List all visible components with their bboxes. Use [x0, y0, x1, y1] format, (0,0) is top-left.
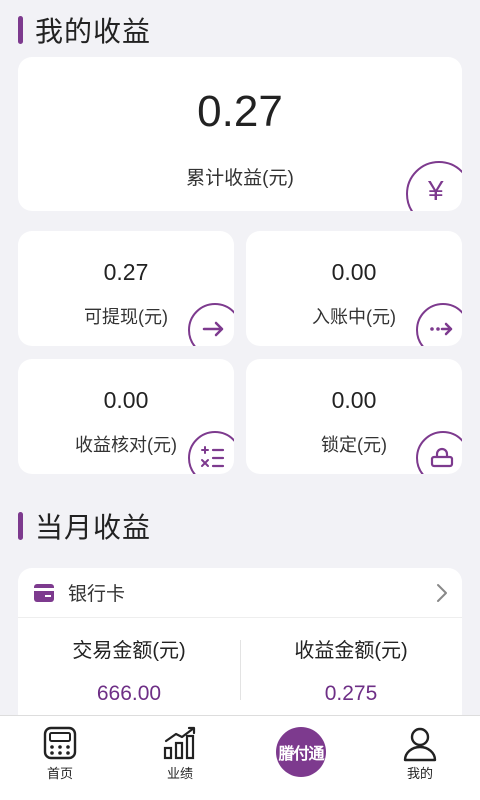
- pending-value: 0.00: [331, 259, 377, 285]
- earnings-check-card[interactable]: 0.00 收益核对(元): [18, 359, 234, 474]
- earnings-section-header: 我的收益: [18, 10, 151, 50]
- dotted-arrow-icon: [416, 303, 462, 346]
- calculator-home-icon: [43, 726, 77, 760]
- total-earnings-card[interactable]: 0.27 累计收益(元) ¥: [18, 57, 462, 211]
- tab-pay[interactable]: 膡付通: [240, 716, 360, 800]
- calculator-icon: [188, 431, 234, 474]
- bank-card-row[interactable]: 银行卡: [18, 568, 462, 618]
- earnings-amount-value: 0.275: [324, 682, 378, 705]
- bar-chart-icon: [163, 726, 196, 760]
- pending-card[interactable]: 0.00 入账中(元): [246, 231, 462, 346]
- tab-mine-label: 我的: [406, 766, 433, 781]
- bank-card-panel: 银行卡 交易金额(元) 666.00 收益金额(元) 0.275: [18, 568, 462, 728]
- chevron-right-icon[interactable]: [436, 583, 448, 603]
- locked-card[interactable]: 0.00 锁定(元): [246, 359, 462, 474]
- monthly-section-header: 当月收益: [18, 506, 151, 546]
- arrow-right-icon: [188, 303, 234, 346]
- earnings-section-title: 我的收益: [35, 16, 152, 47]
- total-earnings-value: 0.27: [197, 87, 283, 136]
- card-icon: [34, 583, 54, 602]
- earnings-check-value: 0.00: [103, 387, 149, 413]
- pay-logo-button: 膡付通: [276, 727, 326, 777]
- section-accent-bar: [18, 512, 23, 540]
- lock-icon: [416, 431, 462, 474]
- tab-home[interactable]: 首页: [0, 716, 120, 800]
- earnings-amount-header: 收益金额(元): [294, 640, 408, 662]
- tab-performance-label: 业绩: [166, 766, 193, 781]
- user-icon: [403, 727, 437, 762]
- withdrawable-value: 0.27: [103, 259, 149, 285]
- bottom-tab-bar: 首页 业绩 膡付通 我的: [0, 715, 480, 800]
- bank-card-label: 银行卡: [68, 584, 126, 605]
- tab-home-label: 首页: [46, 766, 73, 781]
- total-earnings-label: 累计收益(元): [186, 168, 294, 189]
- transaction-amount-column: 交易金额(元) 666.00: [18, 618, 240, 728]
- tab-performance[interactable]: 业绩: [120, 716, 240, 800]
- earnings-amount-column: 收益金额(元) 0.275: [240, 618, 462, 728]
- section-accent-bar: [18, 16, 23, 44]
- monthly-section-title: 当月收益: [35, 512, 152, 543]
- tab-mine[interactable]: 我的: [360, 716, 480, 800]
- transaction-amount-value: 666.00: [96, 682, 162, 705]
- locked-value: 0.00: [331, 387, 377, 413]
- transaction-amount-header: 交易金额(元): [72, 640, 186, 662]
- withdrawable-card[interactable]: 0.27 可提现(元): [18, 231, 234, 346]
